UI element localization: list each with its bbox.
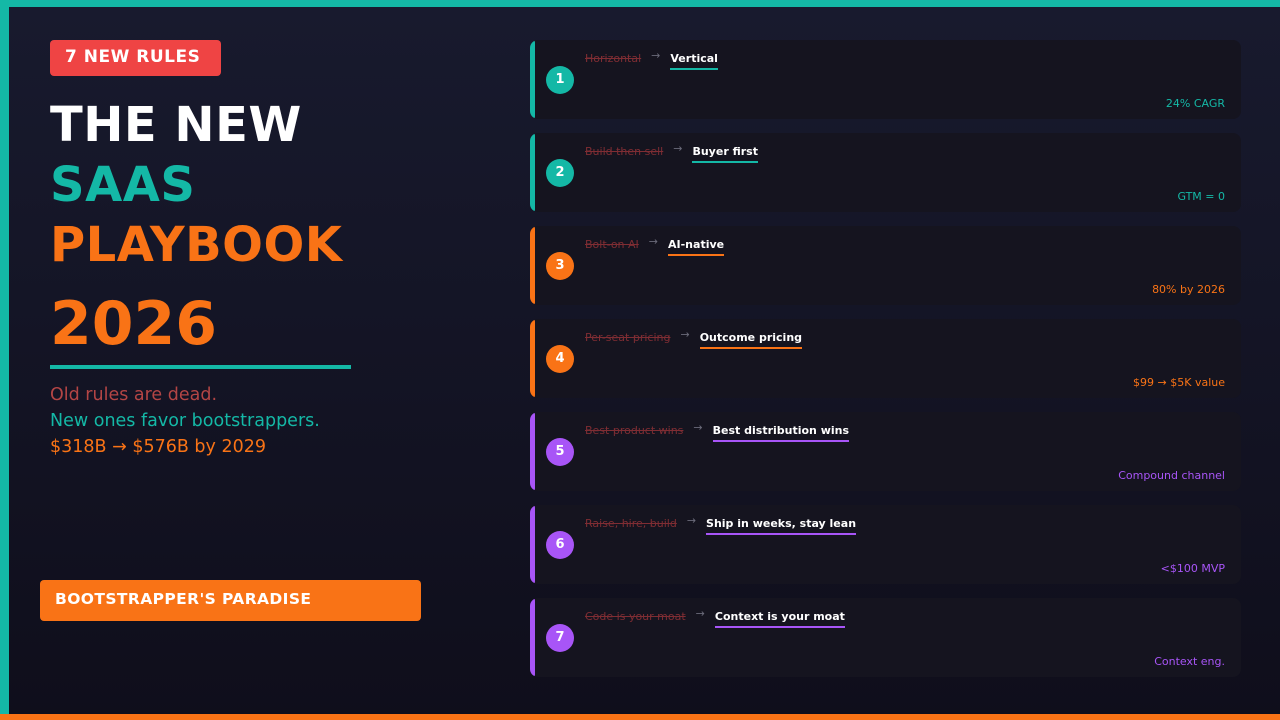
rule-number: 4 (546, 345, 574, 373)
old-rule: Per-seat pricing (585, 331, 671, 344)
subtitle-line-3: $318B → $576B by 2029 (50, 437, 266, 457)
title-year: 2026 (50, 289, 217, 359)
rule-change: Raise, hire, build → Ship in weeks, stay… (585, 514, 857, 535)
subtitle-line-2: New ones favor bootstrappers. (50, 411, 320, 431)
arrow-right-icon: → (673, 142, 683, 155)
title-line-1: THE NEW (50, 97, 302, 153)
rule-card: 6 Raise, hire, build → Ship in weeks, st… (530, 505, 1241, 584)
old-rule: Code is your moat (585, 610, 686, 623)
rule-card: 1 Horizontal → Vertical 24% CAGR (530, 40, 1241, 119)
new-rule: Ship in weeks, stay lean (706, 517, 857, 535)
rule-card: 2 Build then sell → Buyer first GTM = 0 (530, 133, 1241, 212)
rule-number: 1 (546, 66, 574, 94)
left-accent-bar (0, 0, 9, 720)
rule-change: Best product wins → Best distribution wi… (585, 421, 850, 442)
rule-change: Bolt-on AI → AI-native (585, 235, 725, 256)
rule-accent-bar (530, 133, 535, 212)
rule-card: 4 Per-seat pricing → Outcome pricing $99… (530, 319, 1241, 398)
rule-change: Per-seat pricing → Outcome pricing (585, 328, 803, 349)
rule-accent-bar (530, 40, 535, 119)
rule-stat: Compound channel (1118, 469, 1225, 482)
title-line-2: SAAS (50, 157, 196, 213)
old-rule: Bolt-on AI (585, 238, 639, 251)
rule-stat: 24% CAGR (1165, 97, 1225, 110)
bottom-accent-bar (0, 714, 1280, 720)
subtitle-line-1: Old rules are dead. (50, 385, 218, 405)
rule-accent-bar (530, 412, 535, 491)
rule-accent-bar (530, 226, 535, 305)
rule-number: 3 (546, 252, 574, 280)
rules-list: 1 Horizontal → Vertical 24% CAGR 2 Build… (530, 40, 1241, 691)
title-line-3: PLAYBOOK (50, 217, 343, 273)
title-underline (50, 365, 351, 369)
rule-stat: $99 → $5K value (1133, 376, 1225, 389)
arrow-right-icon: → (695, 607, 705, 620)
new-rule: Buyer first (692, 145, 758, 163)
new-rule: Context is your moat (714, 610, 845, 628)
rule-change: Build then sell → Buyer first (585, 142, 758, 163)
bootstrappers-paradise-banner: BOOTSTRAPPER'S PARADISE (40, 580, 421, 621)
rule-accent-bar (530, 505, 535, 584)
rule-stat: <$100 MVP (1160, 562, 1225, 575)
new-rule: Best distribution wins (712, 424, 850, 442)
rule-change: Code is your moat → Context is your moat (585, 607, 845, 628)
rule-accent-bar (530, 319, 535, 398)
new-rule: AI-native (668, 238, 725, 256)
old-rule: Horizontal (585, 52, 642, 65)
rules-count-badge: 7 NEW RULES (50, 40, 221, 76)
rule-stat: Context eng. (1154, 655, 1225, 668)
arrow-right-icon: → (686, 514, 697, 527)
arrow-right-icon: → (651, 49, 661, 62)
rule-card: 3 Bolt-on AI → AI-native 80% by 2026 (530, 226, 1241, 305)
rule-number: 6 (546, 531, 574, 559)
rule-number: 7 (546, 624, 574, 652)
rule-stat: GTM = 0 (1177, 190, 1225, 203)
rule-number: 5 (546, 438, 574, 466)
top-accent-bar (0, 0, 1280, 7)
arrow-right-icon: → (693, 421, 703, 434)
new-rule: Vertical (670, 52, 718, 70)
old-rule: Best product wins (585, 424, 684, 437)
rule-accent-bar (530, 598, 535, 677)
new-rule: Outcome pricing (699, 331, 803, 349)
rule-card: 7 Code is your moat → Context is your mo… (530, 598, 1241, 677)
arrow-right-icon: → (648, 235, 659, 248)
rule-stat: 80% by 2026 (1152, 283, 1225, 296)
old-rule: Raise, hire, build (585, 517, 677, 530)
rule-card: 5 Best product wins → Best distribution … (530, 412, 1241, 491)
rule-change: Horizontal → Vertical (585, 49, 718, 70)
arrow-right-icon: → (680, 328, 690, 341)
old-rule: Build then sell (585, 145, 664, 158)
rule-number: 2 (546, 159, 574, 187)
